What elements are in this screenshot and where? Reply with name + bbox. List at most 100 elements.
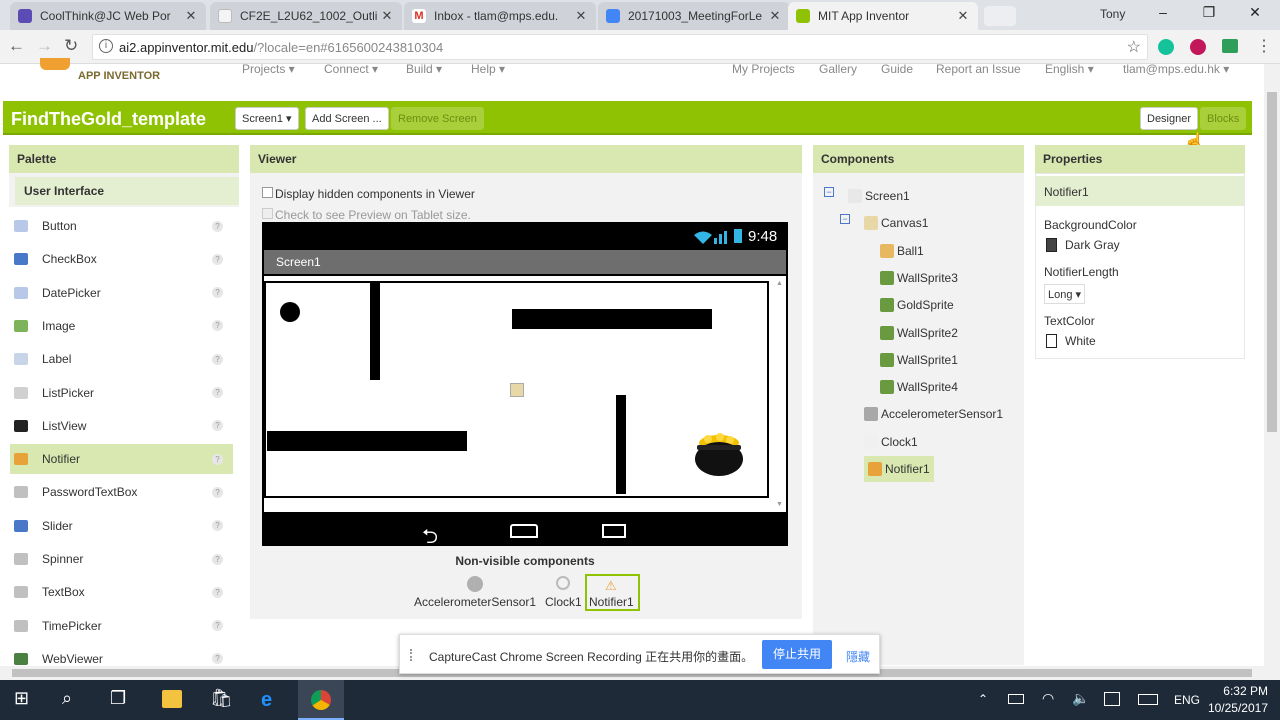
ball1[interactable] [280, 302, 300, 322]
wifi-icon[interactable]: ◠ [1042, 690, 1054, 707]
help-icon[interactable]: ? [212, 287, 223, 299]
help-icon[interactable]: ? [212, 486, 223, 498]
palette-item[interactable]: TextBox? [10, 577, 233, 607]
palette-item[interactable]: Image? [10, 311, 233, 341]
page-scrollbar[interactable] [1264, 64, 1280, 680]
restore-icon[interactable]: ❐ [1194, 4, 1224, 21]
keyboard-icon[interactable] [1138, 694, 1158, 705]
notifier-length-select[interactable]: Long ▾ [1044, 284, 1086, 304]
stop-sharing-button[interactable]: 停止共用 [762, 640, 832, 669]
text-color-swatch[interactable] [1046, 334, 1057, 348]
chrome-taskbar-item[interactable] [298, 680, 344, 720]
palette-item[interactable]: ListPicker? [10, 378, 233, 408]
cast-icon[interactable] [1222, 39, 1238, 53]
hidden-components-checkbox[interactable] [262, 187, 273, 198]
palette-item[interactable]: Slider? [10, 511, 233, 541]
close-window-icon[interactable]: ✕ [1240, 4, 1270, 21]
battery-tray-icon[interactable] [1008, 694, 1024, 704]
close-icon[interactable]: ✕ [380, 8, 394, 24]
help-icon[interactable]: ? [212, 253, 223, 265]
palette-item[interactable]: ListView? [10, 411, 233, 441]
tablet-preview-checkbox[interactable] [262, 208, 273, 219]
component-tree-item[interactable]: GoldSprite [880, 295, 954, 315]
help-icon[interactable]: ? [212, 620, 223, 632]
component-tree-item[interactable]: WallSprite1 [880, 350, 958, 370]
component-tree-item[interactable]: Clock1 [864, 432, 918, 452]
help-icon[interactable]: ? [212, 586, 223, 598]
action-center-icon[interactable] [1104, 692, 1120, 706]
nonvisible-notifier-selected[interactable]: ⚠ Notifier1 [585, 574, 640, 611]
close-icon[interactable]: ✕ [184, 8, 198, 24]
windows-start-icon[interactable]: ⊞ [14, 688, 29, 709]
link-gallery[interactable]: Gallery [819, 62, 857, 76]
browser-tab[interactable]: CF2E_L2U62_1002_Outli ✕ [210, 2, 402, 30]
component-tree-item[interactable]: WallSprite3 [880, 268, 958, 288]
component-tree-item[interactable]: Canvas1 [864, 213, 928, 233]
bookmark-star-icon[interactable]: ☆ [1127, 37, 1141, 57]
browser-tab-active[interactable]: MIT App Inventor ✕ [788, 2, 978, 30]
help-icon[interactable]: ? [212, 520, 223, 532]
drag-handle-icon[interactable] [410, 649, 414, 661]
designer-button[interactable]: Designer [1140, 107, 1199, 130]
browser-tab[interactable]: M Inbox - tlam@mps.edu. ✕ [404, 2, 596, 30]
help-icon[interactable]: ? [212, 220, 223, 232]
palette-item[interactable]: TimePicker? [10, 611, 233, 641]
grammarly-icon[interactable] [1158, 39, 1174, 55]
help-icon[interactable]: ? [212, 453, 223, 465]
palette-item[interactable]: Button? [10, 211, 233, 241]
show-hidden-icons[interactable]: ⌃ [978, 692, 988, 706]
collapse-canvas1-toggle[interactable]: − [840, 214, 850, 224]
help-icon[interactable]: ? [212, 553, 223, 565]
menu-projects[interactable]: Projects ▾ [242, 62, 295, 76]
remove-screen-button[interactable]: Remove Screen [391, 107, 484, 130]
clock-date[interactable]: 10/25/2017 [1196, 701, 1268, 715]
task-view-icon[interactable]: ❐ [110, 688, 126, 709]
search-icon[interactable]: ⌕ [62, 688, 72, 709]
palette-item[interactable]: Label? [10, 344, 233, 374]
clock-time[interactable]: 6:32 PM [1212, 684, 1268, 698]
address-bar[interactable]: i ai2.appinventor.mit.edu/?locale=en#616… [92, 34, 1148, 60]
background-color-value[interactable]: Dark Gray [1065, 238, 1120, 252]
component-tree-item[interactable]: Notifier1 [864, 456, 934, 482]
goldsprite[interactable] [694, 431, 744, 477]
add-screen-button[interactable]: Add Screen ... [305, 107, 389, 130]
help-icon[interactable]: ? [212, 320, 223, 332]
hide-button[interactable]: 隱藏 [846, 648, 870, 665]
wallsprite3[interactable] [370, 283, 380, 380]
wallsprite4[interactable] [616, 395, 626, 494]
help-icon[interactable]: ? [212, 353, 223, 365]
profile-name[interactable]: Tony [1100, 7, 1125, 21]
collapse-screen1-toggle[interactable]: − [824, 187, 834, 197]
minimize-icon[interactable]: – [1148, 4, 1178, 20]
browser-tab[interactable]: CoolThink@JC Web Por ✕ [10, 2, 206, 30]
help-icon[interactable]: ? [212, 420, 223, 432]
component-tree-item[interactable]: Ball1 [880, 241, 924, 261]
reload-icon[interactable]: ↻ [64, 36, 78, 56]
canvas1[interactable] [264, 281, 769, 498]
file-explorer-icon[interactable] [162, 690, 182, 708]
back-icon[interactable]: ← [8, 36, 25, 56]
close-icon[interactable]: ✕ [574, 8, 588, 24]
blocks-button[interactable]: Blocks [1200, 107, 1247, 130]
component-tree-item[interactable]: WallSprite2 [880, 323, 958, 343]
help-icon[interactable]: ? [212, 387, 223, 398]
new-tab-button[interactable] [984, 6, 1016, 26]
info-icon[interactable]: i [99, 39, 113, 53]
screen-select[interactable]: Screen1 ▾ [235, 107, 299, 130]
component-tree-item[interactable]: AccelerometerSensor1 [864, 404, 1003, 424]
menu-help[interactable]: Help ▾ [471, 62, 505, 76]
account-menu[interactable]: tlam@mps.edu.hk ▾ [1123, 62, 1229, 76]
link-guide[interactable]: Guide [881, 62, 913, 76]
store-icon[interactable]: 🛍 [210, 688, 233, 709]
component-tree-item[interactable]: Screen1 [848, 186, 910, 206]
scrollbar-thumb[interactable] [1267, 92, 1277, 432]
menu-build[interactable]: Build ▾ [406, 62, 442, 76]
palette-section-user-interface[interactable]: User Interface [15, 177, 239, 205]
extension-icon[interactable] [1190, 39, 1206, 55]
close-icon[interactable]: ✕ [956, 8, 970, 24]
component-tree-item[interactable]: WallSprite4 [880, 377, 958, 397]
palette-item[interactable]: DatePicker? [10, 278, 233, 308]
language-select[interactable]: English ▾ [1045, 62, 1094, 76]
close-icon[interactable]: ✕ [768, 8, 782, 24]
wallsprite2[interactable] [512, 309, 712, 329]
